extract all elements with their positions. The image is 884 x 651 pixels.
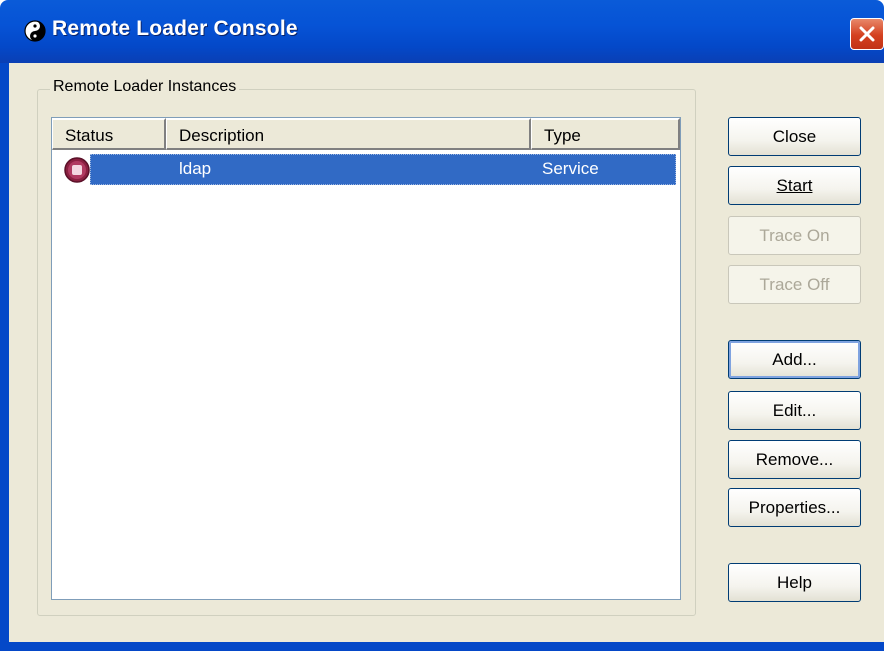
add-button[interactable]: Add... (728, 340, 861, 379)
remote-loader-console-window: Remote Loader Console Remote Loader Inst… (0, 0, 884, 651)
window-title: Remote Loader Console (52, 17, 298, 40)
remove-button[interactable]: Remove... (728, 440, 861, 479)
instances-list[interactable]: Status Description Type ldap Service (51, 117, 681, 600)
properties-button[interactable]: Properties... (728, 488, 861, 527)
edit-button[interactable]: Edit... (728, 391, 861, 430)
yin-yang-icon (24, 20, 46, 42)
close-button[interactable]: Close (728, 117, 861, 156)
start-label: Start (776, 176, 813, 195)
column-header-description[interactable]: Description (166, 118, 531, 150)
title-bar[interactable]: Remote Loader Console (0, 0, 884, 63)
close-icon (859, 26, 875, 42)
stopped-status-icon (64, 157, 90, 183)
column-header-status[interactable]: Status (52, 118, 166, 150)
close-window-button[interactable] (850, 18, 884, 50)
start-button[interactable]: Start (728, 166, 861, 205)
row-description: ldap (179, 159, 212, 178)
window-frame-bottom (0, 642, 884, 651)
instances-group-label: Remote Loader Instances (50, 78, 240, 96)
column-header-type[interactable]: Type (531, 118, 680, 150)
list-header: Status Description Type (52, 118, 680, 150)
help-button[interactable]: Help (728, 563, 861, 602)
trace-off-button[interactable]: Trace Off (728, 265, 861, 304)
window-frame-left (0, 63, 9, 651)
row-type: Service (542, 159, 599, 178)
trace-on-button[interactable]: Trace On (728, 216, 861, 255)
